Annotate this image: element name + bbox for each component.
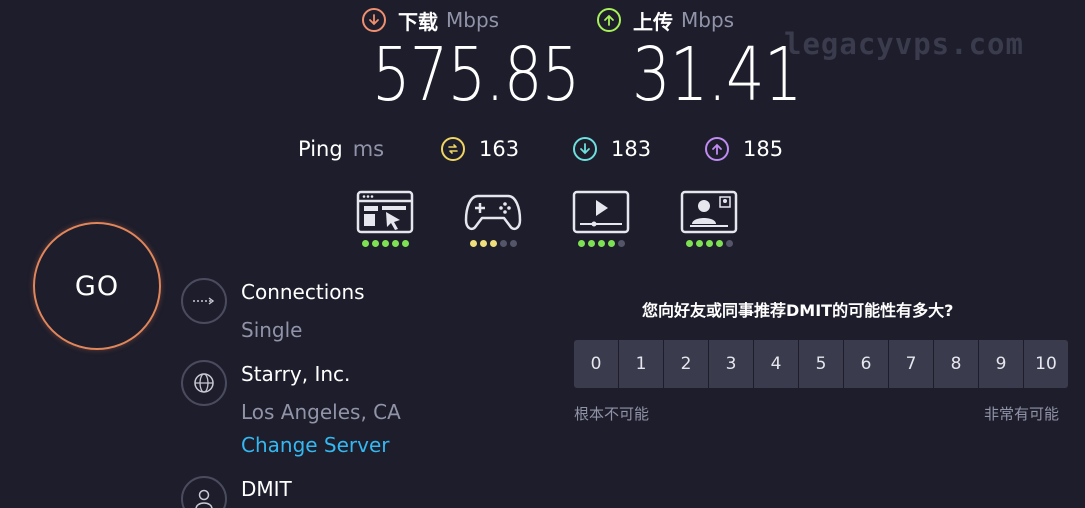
survey-low-label: 根本不可能 [574, 405, 650, 423]
survey-option-0[interactable]: 0 [574, 340, 618, 388]
streaming-icon [572, 190, 630, 234]
ping-row: Ping ms [298, 134, 384, 164]
user-icon [181, 476, 227, 508]
idle-latency-icon [441, 137, 465, 161]
rating-dot [597, 240, 605, 247]
video-call-experience [680, 190, 738, 247]
download-arrow-icon [362, 8, 386, 32]
rating-dot [725, 240, 733, 247]
survey-question: 您向好友或同事推荐DMIT的可能性有多大? [642, 301, 954, 320]
ping-label: Ping [298, 137, 343, 161]
video-call-rating [685, 240, 733, 247]
rating-dot [607, 240, 615, 247]
upload-latency-icon [705, 137, 729, 161]
upload-ping-value: 185 [743, 137, 784, 161]
rating-dot [685, 240, 693, 247]
download-label: 下载 [398, 9, 438, 34]
upload-section: 上传 Mbps [597, 6, 734, 34]
rating-dot [371, 240, 379, 247]
ping-unit: ms [352, 137, 385, 161]
gaming-experience [464, 190, 522, 247]
idle-ping: 163 [441, 134, 519, 164]
go-button[interactable]: GO [33, 222, 161, 350]
rating-dot [587, 240, 595, 247]
survey-option-8[interactable]: 8 [934, 340, 978, 388]
streaming-experience [572, 190, 630, 247]
rating-dot [401, 240, 409, 247]
download-header: 下载 Mbps [362, 6, 499, 34]
connections-title: Connections [241, 280, 365, 304]
download-ping-value: 183 [611, 137, 652, 161]
rating-dot [391, 240, 399, 247]
survey-option-7[interactable]: 7 [889, 340, 933, 388]
rating-dot [499, 240, 507, 247]
download-section: 下载 Mbps [362, 6, 499, 34]
survey-scale: 0 1 2 3 4 5 6 7 8 9 10 [574, 340, 1068, 388]
upload-header: 上传 Mbps [597, 6, 734, 34]
rating-dot [479, 240, 487, 247]
rating-dot [509, 240, 517, 247]
watermark-text: legacyvps.com [784, 27, 1024, 61]
browsing-experience [356, 190, 414, 247]
survey-option-5[interactable]: 5 [799, 340, 843, 388]
video-call-icon [680, 190, 738, 234]
host-name: DMIT [241, 477, 292, 501]
upload-ping: 185 [705, 134, 783, 164]
browsing-icon [356, 190, 414, 234]
rating-dot [695, 240, 703, 247]
streaming-rating [577, 240, 625, 247]
survey-option-3[interactable]: 3 [709, 340, 753, 388]
survey-option-1[interactable]: 1 [619, 340, 663, 388]
download-latency-icon [573, 137, 597, 161]
survey-option-2[interactable]: 2 [664, 340, 708, 388]
rating-dot [361, 240, 369, 247]
survey-option-10[interactable]: 10 [1024, 340, 1068, 388]
rating-dot [469, 240, 477, 247]
gaming-icon [464, 194, 522, 231]
upload-speed-value: 31.41 [632, 32, 802, 118]
survey-option-9[interactable]: 9 [979, 340, 1023, 388]
rating-dot [577, 240, 585, 247]
download-speed-value: 575.85 [372, 32, 580, 118]
isp-name: Starry, Inc. [241, 362, 351, 386]
survey-option-4[interactable]: 4 [754, 340, 798, 388]
isp-location: Los Angeles, CA [241, 400, 401, 424]
idle-ping-value: 163 [479, 137, 520, 161]
connections-value[interactable]: Single [241, 318, 302, 342]
survey-high-label: 非常有可能 [984, 405, 1060, 423]
download-ping: 183 [573, 134, 651, 164]
rating-dot [489, 240, 497, 247]
rating-dot [617, 240, 625, 247]
download-unit: Mbps [446, 8, 500, 32]
rating-dot [381, 240, 389, 247]
globe-icon [181, 360, 227, 406]
change-server-link[interactable]: Change Server [241, 433, 390, 457]
gaming-rating [469, 240, 517, 247]
rating-dot [705, 240, 713, 247]
browsing-rating [361, 240, 409, 247]
survey-option-6[interactable]: 6 [844, 340, 888, 388]
upload-unit: Mbps [681, 8, 735, 32]
rating-dot [715, 240, 723, 247]
upload-arrow-icon [597, 8, 621, 32]
upload-label: 上传 [633, 9, 673, 34]
connections-icon [181, 278, 227, 324]
